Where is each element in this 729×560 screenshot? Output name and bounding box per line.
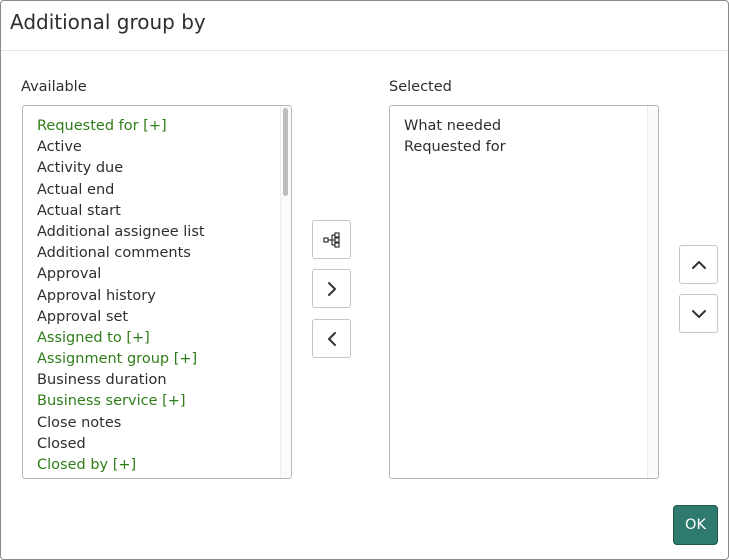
available-list-item[interactable]: Active — [37, 137, 279, 158]
available-list-item[interactable]: Additional assignee list — [37, 222, 279, 243]
remove-button[interactable] — [312, 319, 351, 358]
available-scrollbar[interactable] — [280, 106, 291, 478]
chevron-up-icon — [691, 259, 707, 271]
available-list-item[interactable]: Closed — [37, 434, 279, 455]
available-list-item[interactable]: Approval history — [37, 286, 279, 307]
move-down-button[interactable] — [679, 294, 718, 333]
dialog-header: Additional group by — [1, 1, 728, 51]
selected-list-item[interactable]: Requested for — [404, 137, 646, 158]
available-label: Available — [21, 79, 87, 95]
selected-items: What needed Requested for — [404, 116, 646, 158]
expand-field-button[interactable] — [312, 220, 351, 259]
available-list-item[interactable]: Requested for [+] — [37, 116, 279, 137]
available-list-item[interactable]: Assigned to [+] — [37, 328, 279, 349]
dialog-title: Additional group by — [10, 10, 206, 34]
chevron-left-icon — [326, 331, 338, 347]
available-list-item[interactable]: Closed by [+] — [37, 455, 279, 476]
move-up-button[interactable] — [679, 245, 718, 284]
selected-list-item[interactable]: What needed — [404, 116, 646, 137]
available-list-item[interactable]: Activity due — [37, 158, 279, 179]
hierarchy-icon — [322, 231, 341, 248]
available-list-item[interactable]: Business service [+] — [37, 391, 279, 412]
available-list-item[interactable]: Actual end — [37, 180, 279, 201]
available-listbox[interactable]: Requested for [+] Active Activity due Actua… — [22, 105, 292, 479]
available-list-item[interactable]: Assignment group [+] — [37, 349, 279, 370]
available-list-item[interactable]: Business duration — [37, 370, 279, 391]
available-list-item[interactable]: Actual start — [37, 201, 279, 222]
available-scrollbar-thumb[interactable] — [283, 108, 288, 196]
chevron-down-icon — [691, 308, 707, 320]
chevron-right-icon — [326, 281, 338, 297]
available-list-item[interactable]: Additional comments — [37, 243, 279, 264]
selected-listbox[interactable]: What needed Requested for — [389, 105, 659, 479]
available-list-item[interactable]: Approval — [37, 264, 279, 285]
group-by-dialog: Additional group by Available Requested … — [0, 0, 729, 560]
selected-label: Selected — [389, 79, 452, 95]
available-list-item[interactable]: Approval set — [37, 307, 279, 328]
add-button[interactable] — [312, 269, 351, 308]
selected-scrollbar[interactable] — [647, 106, 658, 478]
ok-button[interactable]: OK — [673, 505, 718, 545]
available-items: Requested for [+] Active Activity due Actua… — [37, 116, 279, 476]
available-list-item[interactable]: Close notes — [37, 413, 279, 434]
